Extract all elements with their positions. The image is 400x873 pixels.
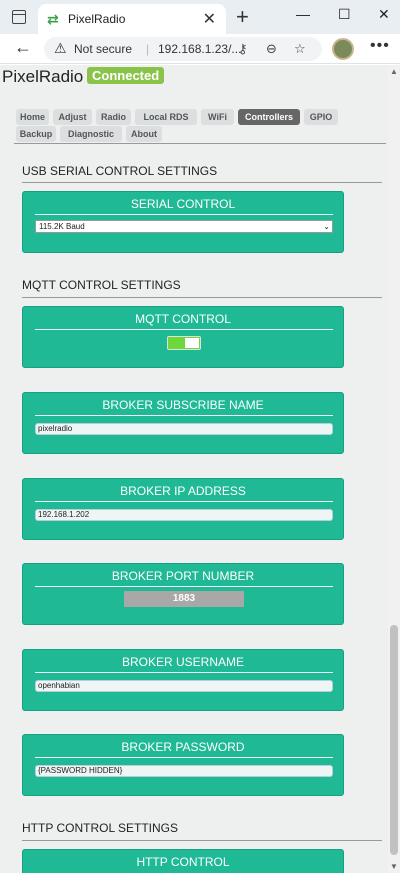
mqtt-section-title: MQTT CONTROL SETTINGS (22, 278, 181, 292)
browser-menu-icon[interactable]: ••• (370, 37, 390, 55)
tab-controllers[interactable]: Controllers (238, 109, 300, 125)
broker-password-input[interactable]: {PASSWORD HIDDEN} (35, 765, 333, 777)
http-section-title: HTTP CONTROL SETTINGS (22, 821, 179, 835)
tab-home[interactable]: Home (16, 109, 49, 125)
warning-icon[interactable]: ⚠ (54, 40, 67, 57)
address-bar-row: ← ⚠ Not secure | 192.168.1.23/... ⚷ ⊖ ☆ … (0, 34, 400, 64)
broker-ip-card: BROKER IP ADDRESS 192.168.1.202 (22, 478, 344, 540)
url-separator: | (146, 42, 150, 56)
tab-radio[interactable]: Radio (96, 109, 131, 125)
tab-diagnostic[interactable]: Diagnostic (60, 126, 122, 142)
maximize-button[interactable]: ☐ (338, 6, 351, 23)
card-divider (35, 329, 333, 330)
tab-title: PixelRadio (68, 12, 126, 26)
card-title: SERIAL CONTROL (130, 197, 236, 211)
tab-gpio[interactable]: GPIO (304, 109, 338, 125)
broker-port-field[interactable]: 1883 (124, 591, 244, 607)
connection-status-badge: Connected (87, 67, 165, 84)
url-text[interactable]: 192.168.1.23/... (158, 42, 241, 56)
broker-port-card: BROKER PORT NUMBER 1883 (22, 563, 344, 625)
card-divider (35, 501, 333, 502)
card-divider (35, 757, 333, 758)
pixelradio-favicon-icon: ⇄ (47, 11, 59, 27)
minimize-button[interactable]: — (296, 6, 310, 22)
key-icon[interactable]: ⚷ (238, 41, 248, 57)
nav-divider (14, 143, 386, 144)
card-title: BROKER IP ADDRESS (120, 484, 246, 498)
http-control-card: HTTP CONTROL (22, 849, 344, 873)
scroll-thumb[interactable] (390, 625, 398, 855)
usb-section-title: USB SERIAL CONTROL SETTINGS (22, 164, 218, 178)
mqtt-control-toggle[interactable] (167, 336, 201, 350)
broker-password-card: BROKER PASSWORD {PASSWORD HIDDEN} (22, 734, 344, 796)
browser-tab[interactable]: ⇄ PixelRadio ✕ (38, 4, 226, 34)
card-title: BROKER PORT NUMBER (111, 569, 255, 583)
mqtt-control-card: MQTT CONTROL (22, 306, 344, 368)
broker-username-input[interactable]: openhabian (35, 680, 333, 692)
back-button[interactable]: ← (14, 37, 32, 58)
url-field[interactable]: ⚠ Not secure | 192.168.1.23/... ⚷ ⊖ ☆ (44, 37, 322, 61)
browser-tab-bar: ⇄ PixelRadio ✕ + — ☐ ✕ (0, 0, 400, 34)
tab-wifi[interactable]: WiFi (201, 109, 234, 125)
section-divider (22, 182, 382, 183)
scroll-up-arrow-icon[interactable]: ▲ (390, 67, 398, 76)
chevron-down-icon: ⌄ (323, 222, 330, 231)
card-divider (35, 415, 333, 416)
profile-avatar[interactable] (332, 38, 354, 60)
broker-username-card: BROKER USERNAME openhabian (22, 649, 344, 711)
card-divider (35, 672, 333, 673)
new-tab-button[interactable]: + (236, 4, 249, 30)
card-title: HTTP CONTROL (136, 855, 230, 869)
card-divider (35, 586, 333, 587)
broker-subscribe-card: BROKER SUBSCRIBE NAME pixelradio (22, 392, 344, 454)
section-divider (22, 840, 382, 841)
close-window-button[interactable]: ✕ (378, 6, 390, 23)
tab-backup[interactable]: Backup (16, 126, 56, 142)
card-title: BROKER USERNAME (121, 655, 245, 669)
page-scrollbar[interactable]: ▲ ▼ (388, 65, 400, 873)
tab-about[interactable]: About (126, 126, 162, 142)
page-content: PixelRadio Connected Home Adjust Radio L… (0, 65, 388, 873)
tab-actions-icon[interactable] (12, 10, 26, 24)
serial-control-card: SERIAL CONTROL 115.2K Baud ⌄ (22, 191, 344, 253)
section-divider (22, 297, 382, 298)
tab-adjust[interactable]: Adjust (53, 109, 92, 125)
baud-rate-select[interactable]: 115.2K Baud ⌄ (35, 220, 333, 233)
scroll-down-arrow-icon[interactable]: ▼ (390, 862, 398, 871)
card-title: BROKER PASSWORD (121, 740, 245, 754)
not-secure-label[interactable]: Not secure (74, 42, 132, 56)
tab-local-rds[interactable]: Local RDS (135, 109, 197, 125)
broker-subscribe-input[interactable]: pixelradio (35, 423, 333, 435)
card-title: MQTT CONTROL (135, 312, 231, 326)
toggle-knob (185, 338, 199, 348)
tab-close-icon[interactable]: ✕ (203, 9, 216, 29)
select-value: 115.2K Baud (39, 222, 85, 231)
broker-ip-input[interactable]: 192.168.1.202 (35, 509, 333, 521)
zoom-icon[interactable]: ⊖ (266, 41, 277, 57)
card-divider (35, 214, 333, 215)
brand-title: PixelRadio (2, 67, 84, 86)
favorite-star-icon[interactable]: ☆ (294, 41, 306, 57)
card-title: BROKER SUBSCRIBE NAME (102, 398, 264, 412)
